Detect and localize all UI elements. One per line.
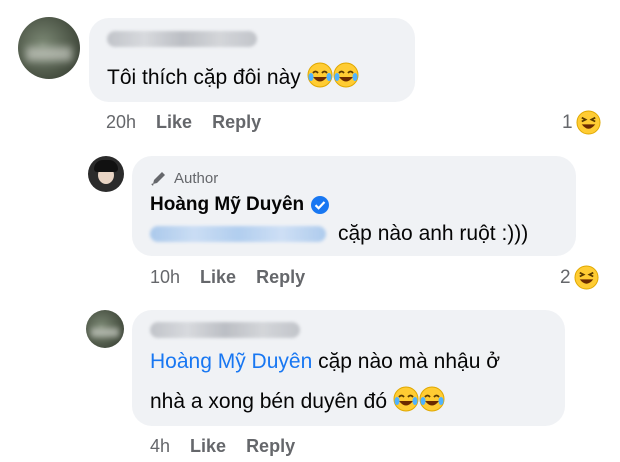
comment-time-3[interactable]: 4h	[150, 436, 170, 456]
avatar-commenter-3[interactable]	[86, 310, 124, 348]
comment-time-2[interactable]: 10h	[150, 267, 180, 287]
comment-text-3-line1: cặp nào mà nhậu ở	[318, 350, 500, 373]
mentioned-user-2[interactable]	[150, 226, 326, 242]
reply-button-1[interactable]: Reply	[212, 112, 261, 132]
comment-time-1[interactable]: 20h	[106, 112, 136, 132]
avatar-commenter-1[interactable]	[18, 17, 80, 79]
comment-text-3-line2: nhà a xong bén duyên đó	[150, 390, 388, 413]
laughing-emoji-icon	[574, 265, 599, 290]
reaction-count-1: 1	[562, 111, 573, 133]
verified-badge-icon	[311, 196, 330, 214]
mentioned-user-3[interactable]: Hoàng Mỹ Duyên	[150, 350, 312, 373]
author-name[interactable]: Hoàng Mỹ Duyên	[150, 194, 304, 216]
comment-text-1: Tôi thích cặp đôi này	[107, 66, 301, 89]
reaction-summary-2[interactable]: 2	[560, 265, 599, 290]
comment-meta-2: 10h Like Reply	[150, 267, 325, 288]
like-button-2[interactable]: Like	[200, 267, 236, 287]
comment-meta-3: 4h Like Reply	[150, 436, 315, 457]
tears-of-joy-emoji-icon	[419, 386, 445, 412]
author-badge: Author	[150, 169, 218, 187]
comment-text-2: cặp nào anh ruột :)))	[338, 222, 529, 245]
comment-meta-1: 20h Like Reply	[106, 112, 281, 133]
author-badge-label: Author	[174, 169, 219, 187]
comment-bubble-1: Tôi thích cặp đôi này	[89, 18, 415, 102]
commenter-name-3[interactable]	[150, 322, 300, 338]
comment-bubble-2: Author Hoàng Mỹ Duyên cặp nào anh ruột :…	[132, 156, 576, 256]
reaction-count-2: 2	[560, 266, 571, 288]
reply-button-2[interactable]: Reply	[256, 267, 305, 287]
avatar-author[interactable]	[88, 156, 124, 192]
like-button-1[interactable]: Like	[156, 112, 192, 132]
like-button-3[interactable]: Like	[190, 436, 226, 456]
tears-of-joy-emoji-icon	[393, 386, 419, 412]
tears-of-joy-emoji-icon	[333, 62, 359, 88]
reaction-summary-1[interactable]: 1	[562, 110, 601, 135]
tears-of-joy-emoji-icon	[307, 62, 333, 88]
comment-bubble-3: Hoàng Mỹ Duyên cặp nào mà nhậu ở nhà a x…	[132, 310, 565, 426]
reply-button-3[interactable]: Reply	[246, 436, 295, 456]
commenter-name-1[interactable]	[107, 31, 257, 47]
laughing-emoji-icon	[576, 110, 601, 135]
pencil-icon	[151, 172, 165, 186]
